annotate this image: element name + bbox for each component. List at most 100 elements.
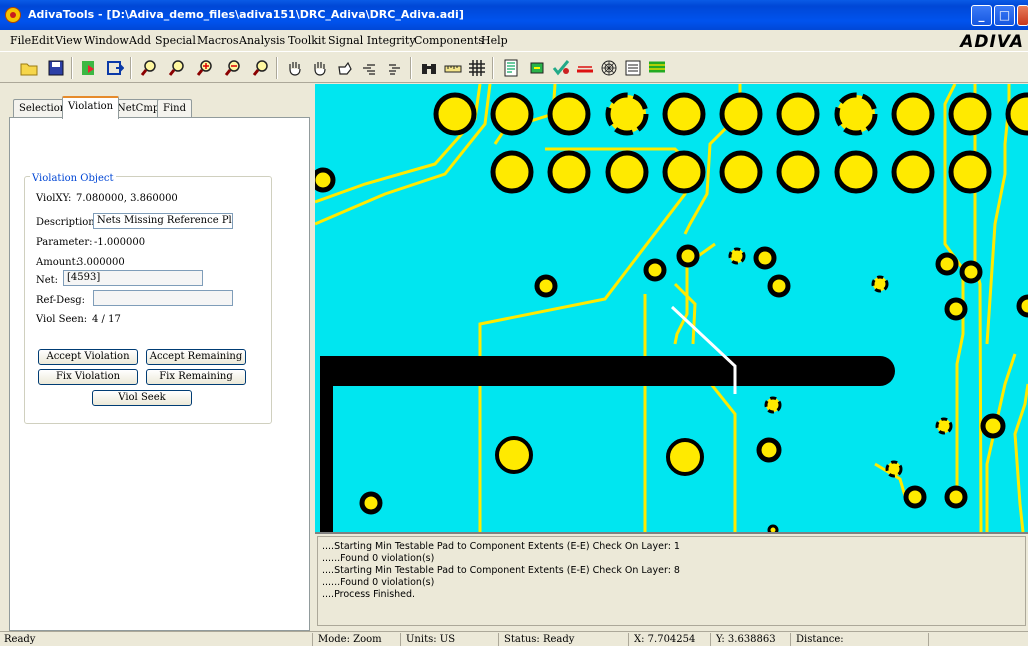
minimize-button[interactable]: _ [971, 5, 992, 26]
zoom-previous-icon[interactable] [252, 59, 270, 77]
tab-violation[interactable]: Violation [62, 96, 120, 119]
via[interactable] [534, 274, 558, 298]
via[interactable] [871, 275, 889, 293]
zoom-all-icon[interactable] [168, 59, 186, 77]
via[interactable] [959, 260, 983, 284]
pad[interactable] [666, 438, 704, 476]
pad[interactable] [834, 150, 878, 194]
via[interactable] [944, 297, 968, 321]
zoom-window-icon[interactable] [140, 59, 158, 77]
component-icon[interactable] [528, 59, 546, 77]
pad[interactable] [662, 92, 706, 136]
pad[interactable] [948, 150, 992, 194]
measure-ruler-icon[interactable] [444, 59, 462, 77]
drag-hand-icon[interactable] [311, 59, 329, 77]
via[interactable] [767, 274, 791, 298]
open-folder-icon[interactable] [20, 59, 38, 77]
pcb-canvas[interactable] [315, 84, 1028, 532]
find-binoculars-icon[interactable] [420, 59, 438, 77]
pad[interactable] [776, 92, 820, 136]
net-web-icon[interactable] [600, 59, 618, 77]
layers-icon[interactable] [648, 59, 666, 77]
via[interactable] [764, 396, 782, 414]
via[interactable] [935, 417, 953, 435]
accept-remaining-button[interactable]: Accept Remaining [146, 349, 246, 365]
pad[interactable] [495, 436, 533, 474]
menu-view[interactable]: View [55, 34, 82, 47]
refdesg-field[interactable] [93, 290, 233, 306]
pad[interactable] [834, 92, 878, 136]
maximize-button[interactable]: □ [994, 5, 1015, 26]
net-field[interactable]: [4593] [63, 270, 203, 286]
pad[interactable] [1005, 92, 1028, 136]
menu-components[interactable]: Components [414, 34, 484, 47]
menu-help[interactable]: Help [481, 34, 508, 47]
menu-signal-integrity[interactable]: Signal Integrity [328, 34, 416, 47]
import-icon[interactable] [80, 59, 98, 77]
menu-edit[interactable]: Edit [31, 34, 54, 47]
trace [985, 353, 1017, 532]
pad[interactable] [547, 150, 591, 194]
pan-hand-icon[interactable] [286, 59, 304, 77]
pad[interactable] [891, 92, 935, 136]
menu-file[interactable]: File [10, 34, 31, 47]
pad[interactable] [891, 150, 935, 194]
via[interactable] [753, 246, 777, 270]
pad[interactable] [490, 150, 534, 194]
via[interactable] [944, 485, 968, 509]
menu-special[interactable]: Special [155, 34, 196, 47]
via[interactable] [980, 413, 1006, 439]
viol-seek-button[interactable]: Viol Seek [92, 390, 192, 406]
notes-icon[interactable] [624, 59, 642, 77]
menu-add[interactable]: Add [129, 34, 151, 47]
select-hand-icon[interactable] [336, 59, 354, 77]
via[interactable] [676, 244, 700, 268]
export-icon[interactable] [106, 59, 124, 77]
grab-hand-icon[interactable] [386, 59, 404, 77]
pad[interactable] [719, 150, 763, 194]
via[interactable] [885, 460, 903, 478]
log-line: ....Starting Min Testable Pad to Compone… [322, 541, 680, 552]
pad[interactable] [490, 92, 534, 136]
accept-violation-button[interactable]: Accept Violation [38, 349, 138, 365]
pad[interactable] [547, 92, 591, 136]
pad[interactable] [605, 150, 649, 194]
net-label: Net: [36, 275, 59, 286]
pad[interactable] [315, 167, 336, 193]
pad[interactable] [662, 150, 706, 194]
point-hand-icon[interactable] [361, 59, 379, 77]
check-icon[interactable] [552, 59, 570, 77]
output-log[interactable]: ....Starting Min Testable Pad to Compone… [317, 536, 1026, 626]
tab-find[interactable]: Find [157, 99, 192, 118]
pad[interactable] [605, 92, 649, 136]
pcb-drawing[interactable] [315, 84, 1028, 532]
close-button[interactable] [1017, 5, 1028, 26]
description-field[interactable]: Nets Missing Reference Plane [93, 213, 233, 229]
left-panel: Selection Violation NetCmp Find Violatio… [0, 84, 313, 631]
via[interactable] [1016, 294, 1028, 318]
menu-toolkit[interactable]: Toolkit [288, 34, 326, 47]
zoom-out-icon[interactable] [224, 59, 242, 77]
grid-icon[interactable] [468, 59, 486, 77]
app-icon[interactable] [5, 7, 21, 23]
route-icon[interactable] [576, 59, 594, 77]
pad[interactable] [433, 92, 477, 136]
via[interactable] [756, 437, 782, 463]
pad[interactable] [719, 92, 763, 136]
fix-violation-button[interactable]: Fix Violation [38, 369, 138, 385]
via[interactable] [728, 247, 746, 265]
via[interactable] [903, 485, 927, 509]
pad[interactable] [776, 150, 820, 194]
fix-remaining-button[interactable]: Fix Remaining [146, 369, 246, 385]
trace [1013, 383, 1028, 532]
menu-analysis[interactable]: Analysis [239, 34, 285, 47]
report-icon[interactable] [502, 59, 520, 77]
zoom-in-icon[interactable] [196, 59, 214, 77]
via[interactable] [935, 252, 959, 276]
via[interactable] [359, 491, 383, 515]
menu-macros[interactable]: Macros [197, 34, 239, 47]
menu-window[interactable]: Window [84, 34, 129, 47]
via[interactable] [643, 258, 667, 282]
pad[interactable] [948, 92, 992, 136]
save-icon[interactable] [47, 59, 65, 77]
